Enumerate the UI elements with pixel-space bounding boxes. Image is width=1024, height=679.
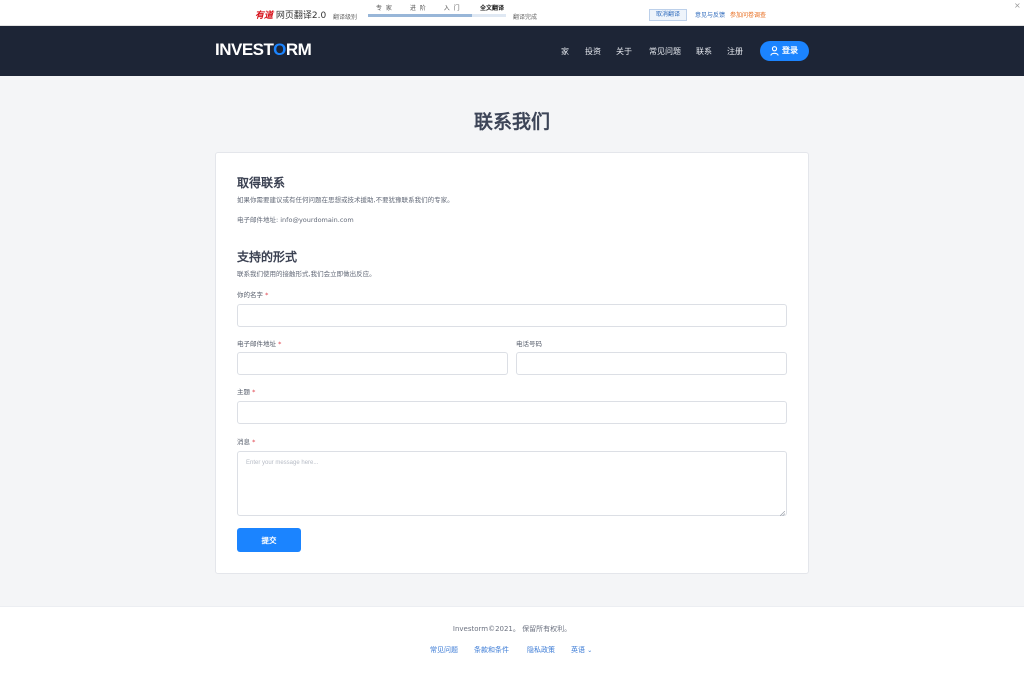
required-mark: * (265, 291, 269, 299)
email-label-text: 电子邮件地址 (237, 340, 276, 348)
contact-email-line: 电子邮件地址: info@yourdomain.com (237, 216, 354, 224)
phone-field[interactable] (516, 352, 787, 375)
login-button[interactable]: 登录 (760, 41, 809, 61)
translate-brand: 有道 网页翻译2.0 (255, 8, 326, 21)
footer-link-faq[interactable]: 常见问题 (430, 645, 458, 655)
subject-field[interactable] (237, 401, 787, 424)
translate-full-text[interactable]: 全文翻译 (480, 3, 504, 12)
nav-item-contact[interactable]: 联系 (696, 46, 712, 57)
copyright-text: Investorm©2021。 保留所有权利。 (452, 625, 572, 633)
page-title: 联系我们 (473, 111, 550, 133)
site-navbar: INVESTORM 家 投资 关于 常见问题 联系 注册 登录 (0, 26, 1024, 76)
footer-link-privacy[interactable]: 隐私政策 (527, 645, 555, 655)
logo-text-end: RM (285, 40, 312, 59)
name-label-text: 你的名字 (237, 291, 263, 299)
get-in-touch-description: 如果你需要建议或有任何问题在思想或技术援助,不要犹豫联系我们的专家。 (237, 196, 454, 204)
support-form-description: 联系我们使用的接触形式,我们会立即做出反应。 (237, 270, 376, 278)
nav-item-invest[interactable]: 投资 (585, 46, 601, 57)
chevron-down-icon: ⌄ (587, 647, 593, 654)
email-label: 电子邮件地址 * (237, 338, 281, 348)
site-footer: Investorm©2021。 保留所有权利。 常见问题 条款和条件 隐私政策 … (0, 606, 1024, 679)
close-icon[interactable]: × (1014, 1, 1021, 10)
support-form-heading: 支持的形式 (237, 250, 298, 264)
name-field[interactable] (237, 304, 787, 327)
message-label-text: 消息 (237, 438, 250, 446)
survey-link[interactable]: 参加问卷调查 (730, 10, 766, 19)
nav-item-faq[interactable]: 常见问题 (649, 46, 681, 57)
translate-toolbar: 有道 网页翻译2.0 翻译级别 专 家 进 阶 入 门 全文翻译 翻译完成 取消… (0, 0, 1024, 26)
logo-accent-letter: O (273, 40, 286, 59)
translate-complete-label: 翻译完成 (513, 14, 538, 21)
submit-button[interactable]: 提交 (237, 528, 301, 552)
translate-progress-bar (368, 14, 506, 17)
cancel-translate-button[interactable]: 取消翻译 (649, 9, 687, 21)
required-mark: * (252, 388, 256, 396)
language-label: 英语 (571, 646, 585, 654)
nav-item-register[interactable]: 注册 (727, 46, 743, 57)
language-selector[interactable]: 英语 ⌄ (571, 645, 592, 655)
subject-label: 主题 * (237, 386, 255, 396)
translate-step-beginner[interactable]: 入 门 (444, 5, 461, 12)
login-label: 登录 (782, 46, 798, 55)
translate-brand-name: 网页翻译2.0 (275, 11, 327, 21)
email-field[interactable] (237, 352, 508, 375)
resize-grip-icon[interactable] (780, 511, 785, 516)
logo-text-start: INVEST (215, 40, 274, 59)
get-in-touch-heading: 取得联系 (237, 176, 286, 190)
footer-link-terms[interactable]: 条款和条件 (474, 645, 509, 655)
translate-level-steps: 专 家 进 阶 入 门 (376, 3, 475, 12)
translate-step-advanced[interactable]: 进 阶 (410, 5, 427, 12)
nav-item-about[interactable]: 关于 (616, 46, 632, 57)
message-field[interactable] (237, 451, 787, 516)
translate-progress-fill (368, 14, 472, 17)
translate-level-label: 翻译级别 (333, 14, 358, 21)
required-mark: * (278, 340, 282, 348)
required-mark: * (252, 438, 256, 446)
youdao-logo: 有道 (255, 11, 274, 21)
translate-step-expert[interactable]: 专 家 (376, 5, 393, 12)
subject-label-text: 主题 (237, 388, 250, 396)
message-label: 消息 * (237, 436, 255, 446)
user-icon (770, 46, 779, 56)
name-label: 你的名字 * (237, 289, 268, 299)
nav-item-home[interactable]: 家 (561, 46, 569, 57)
feedback-link[interactable]: 意见与反馈 (695, 10, 725, 19)
phone-label: 电话号码 (516, 340, 542, 348)
investorm-logo[interactable]: INVESTORM (215, 40, 312, 60)
